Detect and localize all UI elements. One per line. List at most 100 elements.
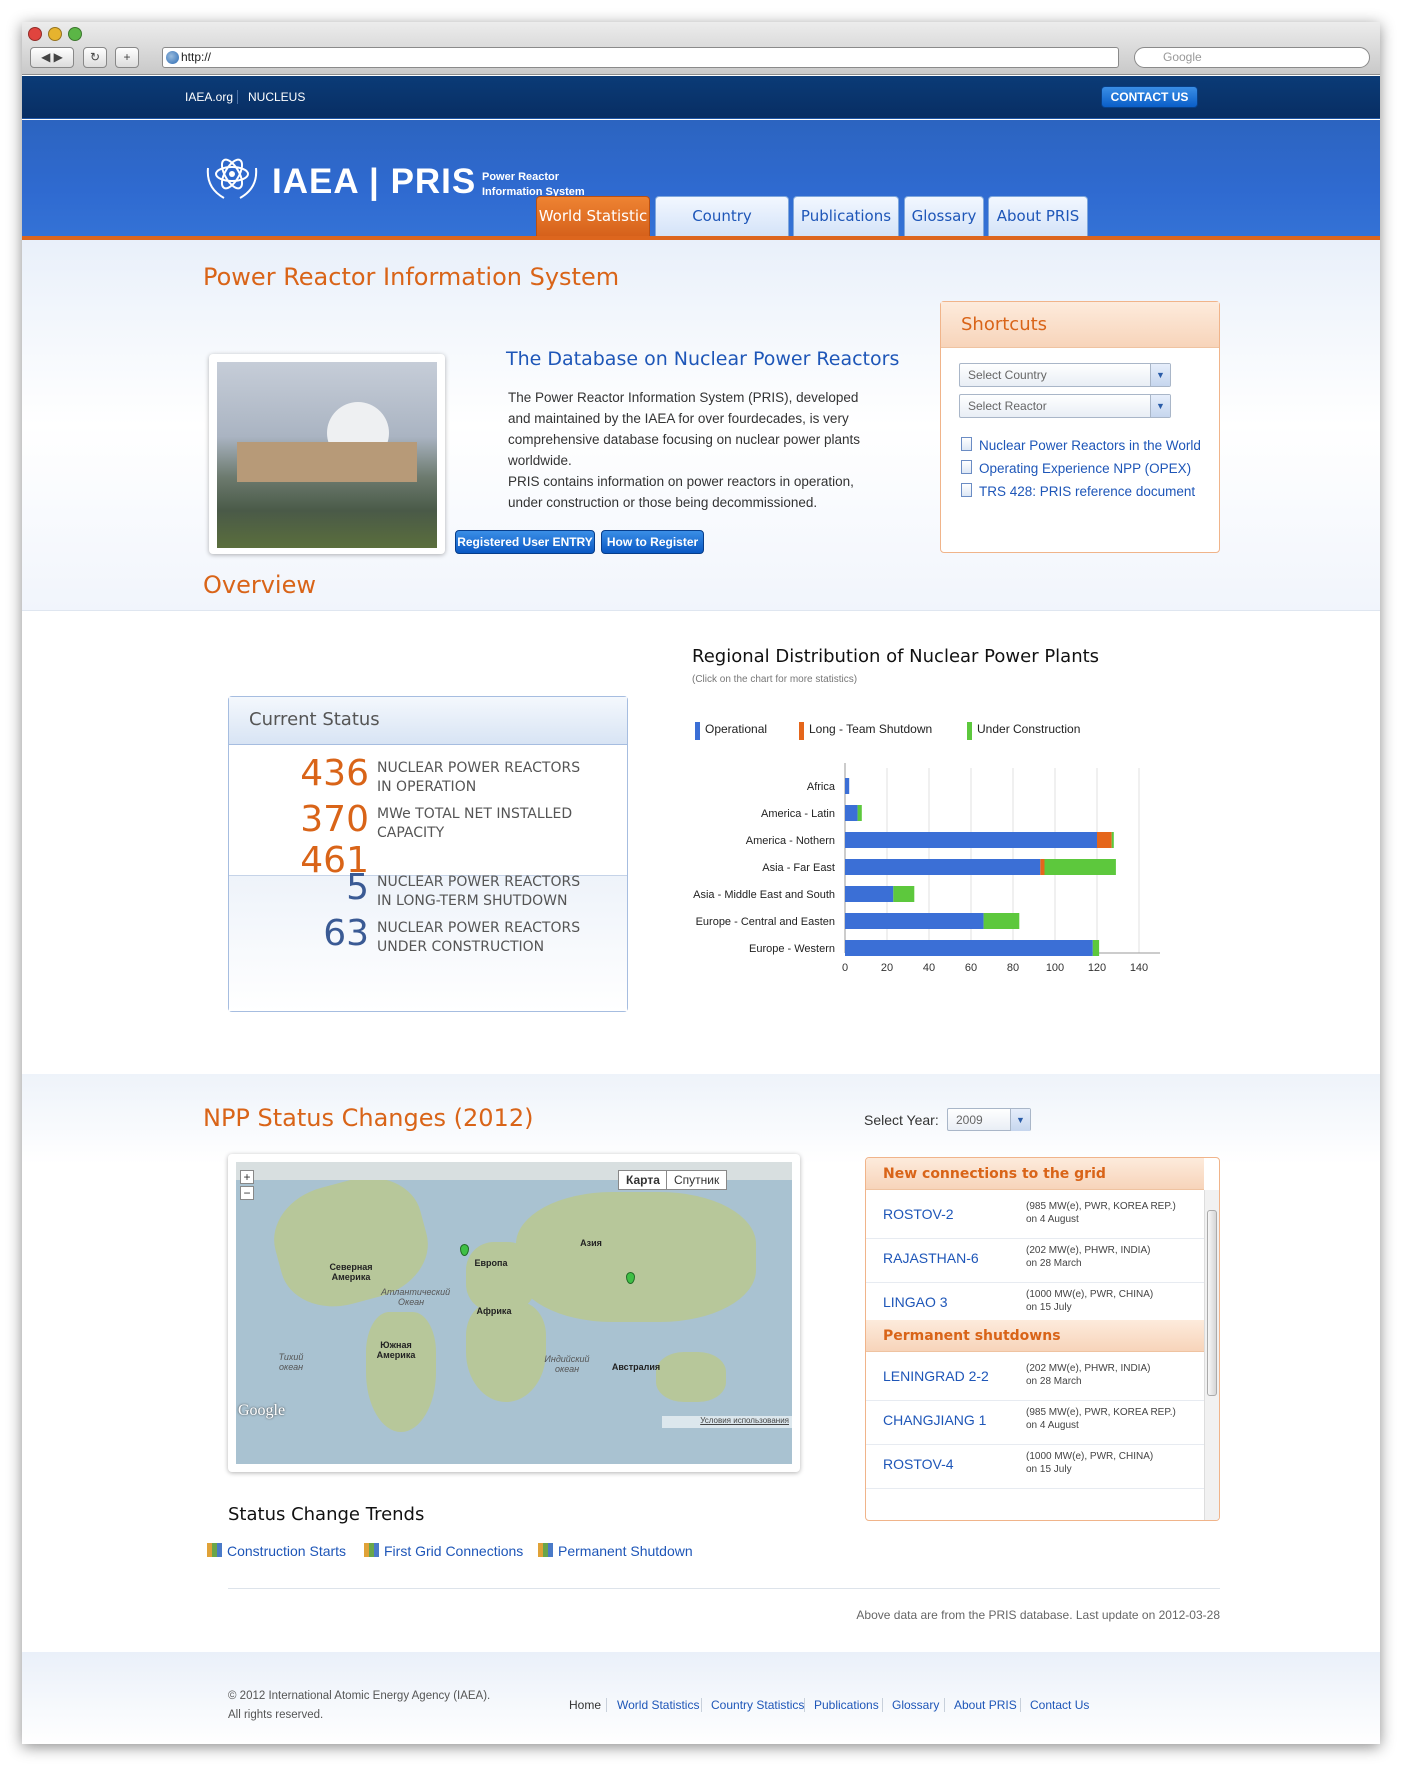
tab-glossary[interactable]: Glossary [904, 196, 984, 236]
back-forward-buttons[interactable]: ◀ ▶ [30, 47, 74, 68]
bar-segment[interactable] [983, 913, 1020, 929]
close-window-button[interactable] [28, 27, 42, 41]
bar-segment[interactable] [1092, 940, 1100, 956]
reactor-name-link[interactable]: RAJASTHAN-6 [883, 1250, 979, 1266]
reactor-details: (985 MW(e), PWR, KOREA REP.) on 4 August [1026, 1406, 1176, 1432]
reactor-detail-line: (202 MW(e), PHWR, INDIA) [1026, 1363, 1151, 1374]
list-item[interactable]: CHANGJIANG 1 (985 MW(e), PWR, KOREA REP.)… [866, 1396, 1204, 1445]
bar-chart-icon [364, 1543, 379, 1557]
bar-segment[interactable] [893, 886, 915, 902]
footer-link-world-statistics[interactable]: World Statistics [617, 1698, 699, 1712]
list-item[interactable]: RAJASTHAN-6 (202 MW(e), PHWR, INDIA) on 28… [866, 1234, 1204, 1283]
tab-country-statistics[interactable]: Country Statistics [655, 196, 789, 263]
browser-search-input[interactable]: Google [1134, 47, 1370, 68]
reactors-in-operation-count: 436 [300, 753, 369, 794]
bar-chart-icon [538, 1543, 553, 1557]
page-title: Power Reactor Information System [203, 263, 620, 291]
category-label: Asia - Middle East and South [693, 889, 835, 901]
reload-icon[interactable]: ↻ [83, 47, 107, 68]
stat-label-line: MWe TOTAL NET INSTALLED [377, 806, 573, 822]
registered-user-entry-button[interactable]: Registered User ENTRY [455, 530, 595, 554]
tab-publications[interactable]: Publications [793, 196, 899, 236]
tab-world-statistic[interactable]: World Statistic [536, 196, 650, 236]
status-map[interactable]: + − Карта Спутник Северная Америка Атлан… [228, 1154, 800, 1472]
list-item[interactable]: LENINGRAD 2-2 (202 MW(e), PHWR, INDIA) on … [866, 1352, 1204, 1401]
bar-segment[interactable] [857, 805, 862, 821]
url-text: http:// [181, 50, 212, 64]
zoom-window-button[interactable] [68, 27, 82, 41]
tab-about-pris[interactable]: About PRIS [988, 196, 1088, 236]
map-label: Европа [474, 1258, 508, 1268]
select-year-dropdown[interactable]: 2009 ▼ [947, 1108, 1031, 1131]
reactor-name-link[interactable]: ROSTOV-2 [883, 1206, 954, 1222]
bar-segment[interactable] [1097, 832, 1112, 848]
shortcut-link-trs428[interactable]: TRS 428: PRIS reference document [961, 483, 1195, 499]
status-change-trends-title: Status Change Trends [228, 1504, 425, 1525]
how-to-register-button[interactable]: How to Register [601, 530, 704, 554]
contact-us-button[interactable]: CONTACT US [1101, 86, 1198, 108]
zoom-in-button[interactable]: + [240, 1170, 254, 1184]
zoom-out-button[interactable]: − [240, 1186, 254, 1200]
select-country-dropdown[interactable]: Select Country ▼ [959, 363, 1171, 387]
shortcut-link-reactors-world[interactable]: Nuclear Power Reactors in the World [961, 437, 1201, 453]
map-terms-link[interactable]: Условия использования [662, 1416, 792, 1428]
footer-link-country-statistics[interactable]: Country Statistics [711, 1698, 804, 1712]
chart-title: Regional Distribution of Nuclear Power P… [692, 646, 1100, 667]
list-item[interactable]: ROSTOV-4 (1000 MW(e), PWR, CHINA) on 15 Ju… [866, 1440, 1204, 1489]
category-label: Asia - Far East [762, 862, 835, 874]
category-label: Africa [807, 781, 836, 793]
bar-segment[interactable] [845, 859, 1041, 875]
database-title: The Database on Nuclear Power Reactors [506, 348, 900, 370]
bar-segment[interactable] [845, 940, 1093, 956]
footer-separator [701, 1698, 702, 1712]
bar-segment[interactable] [1111, 832, 1114, 848]
bar-segment[interactable] [845, 913, 984, 929]
reactor-detail-line: (985 MW(e), PWR, KOREA REP.) [1026, 1407, 1176, 1418]
map-view-button[interactable]: Карта [618, 1170, 668, 1190]
satellite-view-button[interactable]: Спутник [666, 1170, 728, 1190]
bar-segment[interactable] [845, 805, 858, 821]
scrollbar-thumb[interactable] [1207, 1210, 1217, 1396]
footer-link-glossary[interactable]: Glossary [892, 1698, 939, 1712]
footer-link-contact-us[interactable]: Contact Us [1030, 1698, 1089, 1712]
browser-toolbar: ◀ ▶ ↻ + http:// Google [22, 22, 1380, 75]
nucleus-link[interactable]: NUCLEUS [248, 90, 305, 104]
construction-starts-link[interactable]: Construction Starts [207, 1543, 346, 1559]
address-bar[interactable]: http:// [162, 47, 1119, 68]
google-logo: Google [238, 1402, 286, 1419]
x-tick-label: 80 [1007, 962, 1019, 974]
select-reactor-dropdown[interactable]: Select Reactor ▼ [959, 394, 1171, 418]
permanent-shutdown-link[interactable]: Permanent Shutdown [538, 1543, 693, 1559]
map-marker-icon[interactable] [460, 1244, 469, 1256]
bar-segment[interactable] [1044, 859, 1116, 875]
bar-segment[interactable] [1040, 859, 1045, 875]
reactor-details: (1000 MW(e), PWR, CHINA) on 15 July [1026, 1288, 1153, 1314]
reactor-name-link[interactable]: LINGAO 3 [883, 1294, 948, 1310]
legend-long-term-shutdown: Long - Team Shutdown [799, 722, 932, 740]
bar-segment[interactable] [845, 886, 894, 902]
footer-link-home[interactable]: Home [569, 1698, 601, 1712]
footer-link-publications[interactable]: Publications [814, 1698, 879, 1712]
reactor-name-link[interactable]: CHANGJIANG 1 [883, 1412, 986, 1428]
stat-label-line: CAPACITY [377, 825, 445, 841]
list-scrollbar[interactable] [1204, 1190, 1219, 1520]
bar-segment[interactable] [845, 778, 850, 794]
reactor-name-link[interactable]: ROSTOV-4 [883, 1456, 954, 1472]
reactor-detail-date: on 28 March [1026, 1258, 1082, 1269]
add-bookmark-icon[interactable]: + [115, 47, 139, 68]
iaea-org-link[interactable]: IAEA.org [185, 90, 233, 104]
minimize-window-button[interactable] [48, 27, 62, 41]
list-item[interactable]: ROSTOV-2 (985 MW(e), PWR, KOREA REP.) on 4… [866, 1190, 1204, 1239]
footer-link-about-pris[interactable]: About PRIS [954, 1698, 1017, 1712]
reactor-detail-line: (1000 MW(e), PWR, CHINA) [1026, 1451, 1154, 1462]
bar-segment[interactable] [845, 832, 1097, 848]
site-logo[interactable]: IAEA | PRIS [272, 162, 476, 202]
trend-link-label: Construction Starts [227, 1543, 347, 1559]
stat-label-line: NUCLEAR POWER REACTORS [377, 874, 581, 890]
reactor-name-link[interactable]: LENINGRAD 2-2 [883, 1368, 989, 1384]
long-term-shutdown-count: 5 [346, 867, 369, 908]
first-grid-connections-link[interactable]: First Grid Connections [364, 1543, 523, 1559]
regional-distribution-chart[interactable]: 0 20 40 60 80 100 120 140 Africa America - Latin A… [682, 758, 1222, 1018]
reactor-details: (1000 MW(e), PWR, CHINA) on 15 July [1026, 1450, 1153, 1476]
shortcut-link-opex[interactable]: Operating Experience NPP (OPEX) [961, 460, 1191, 476]
